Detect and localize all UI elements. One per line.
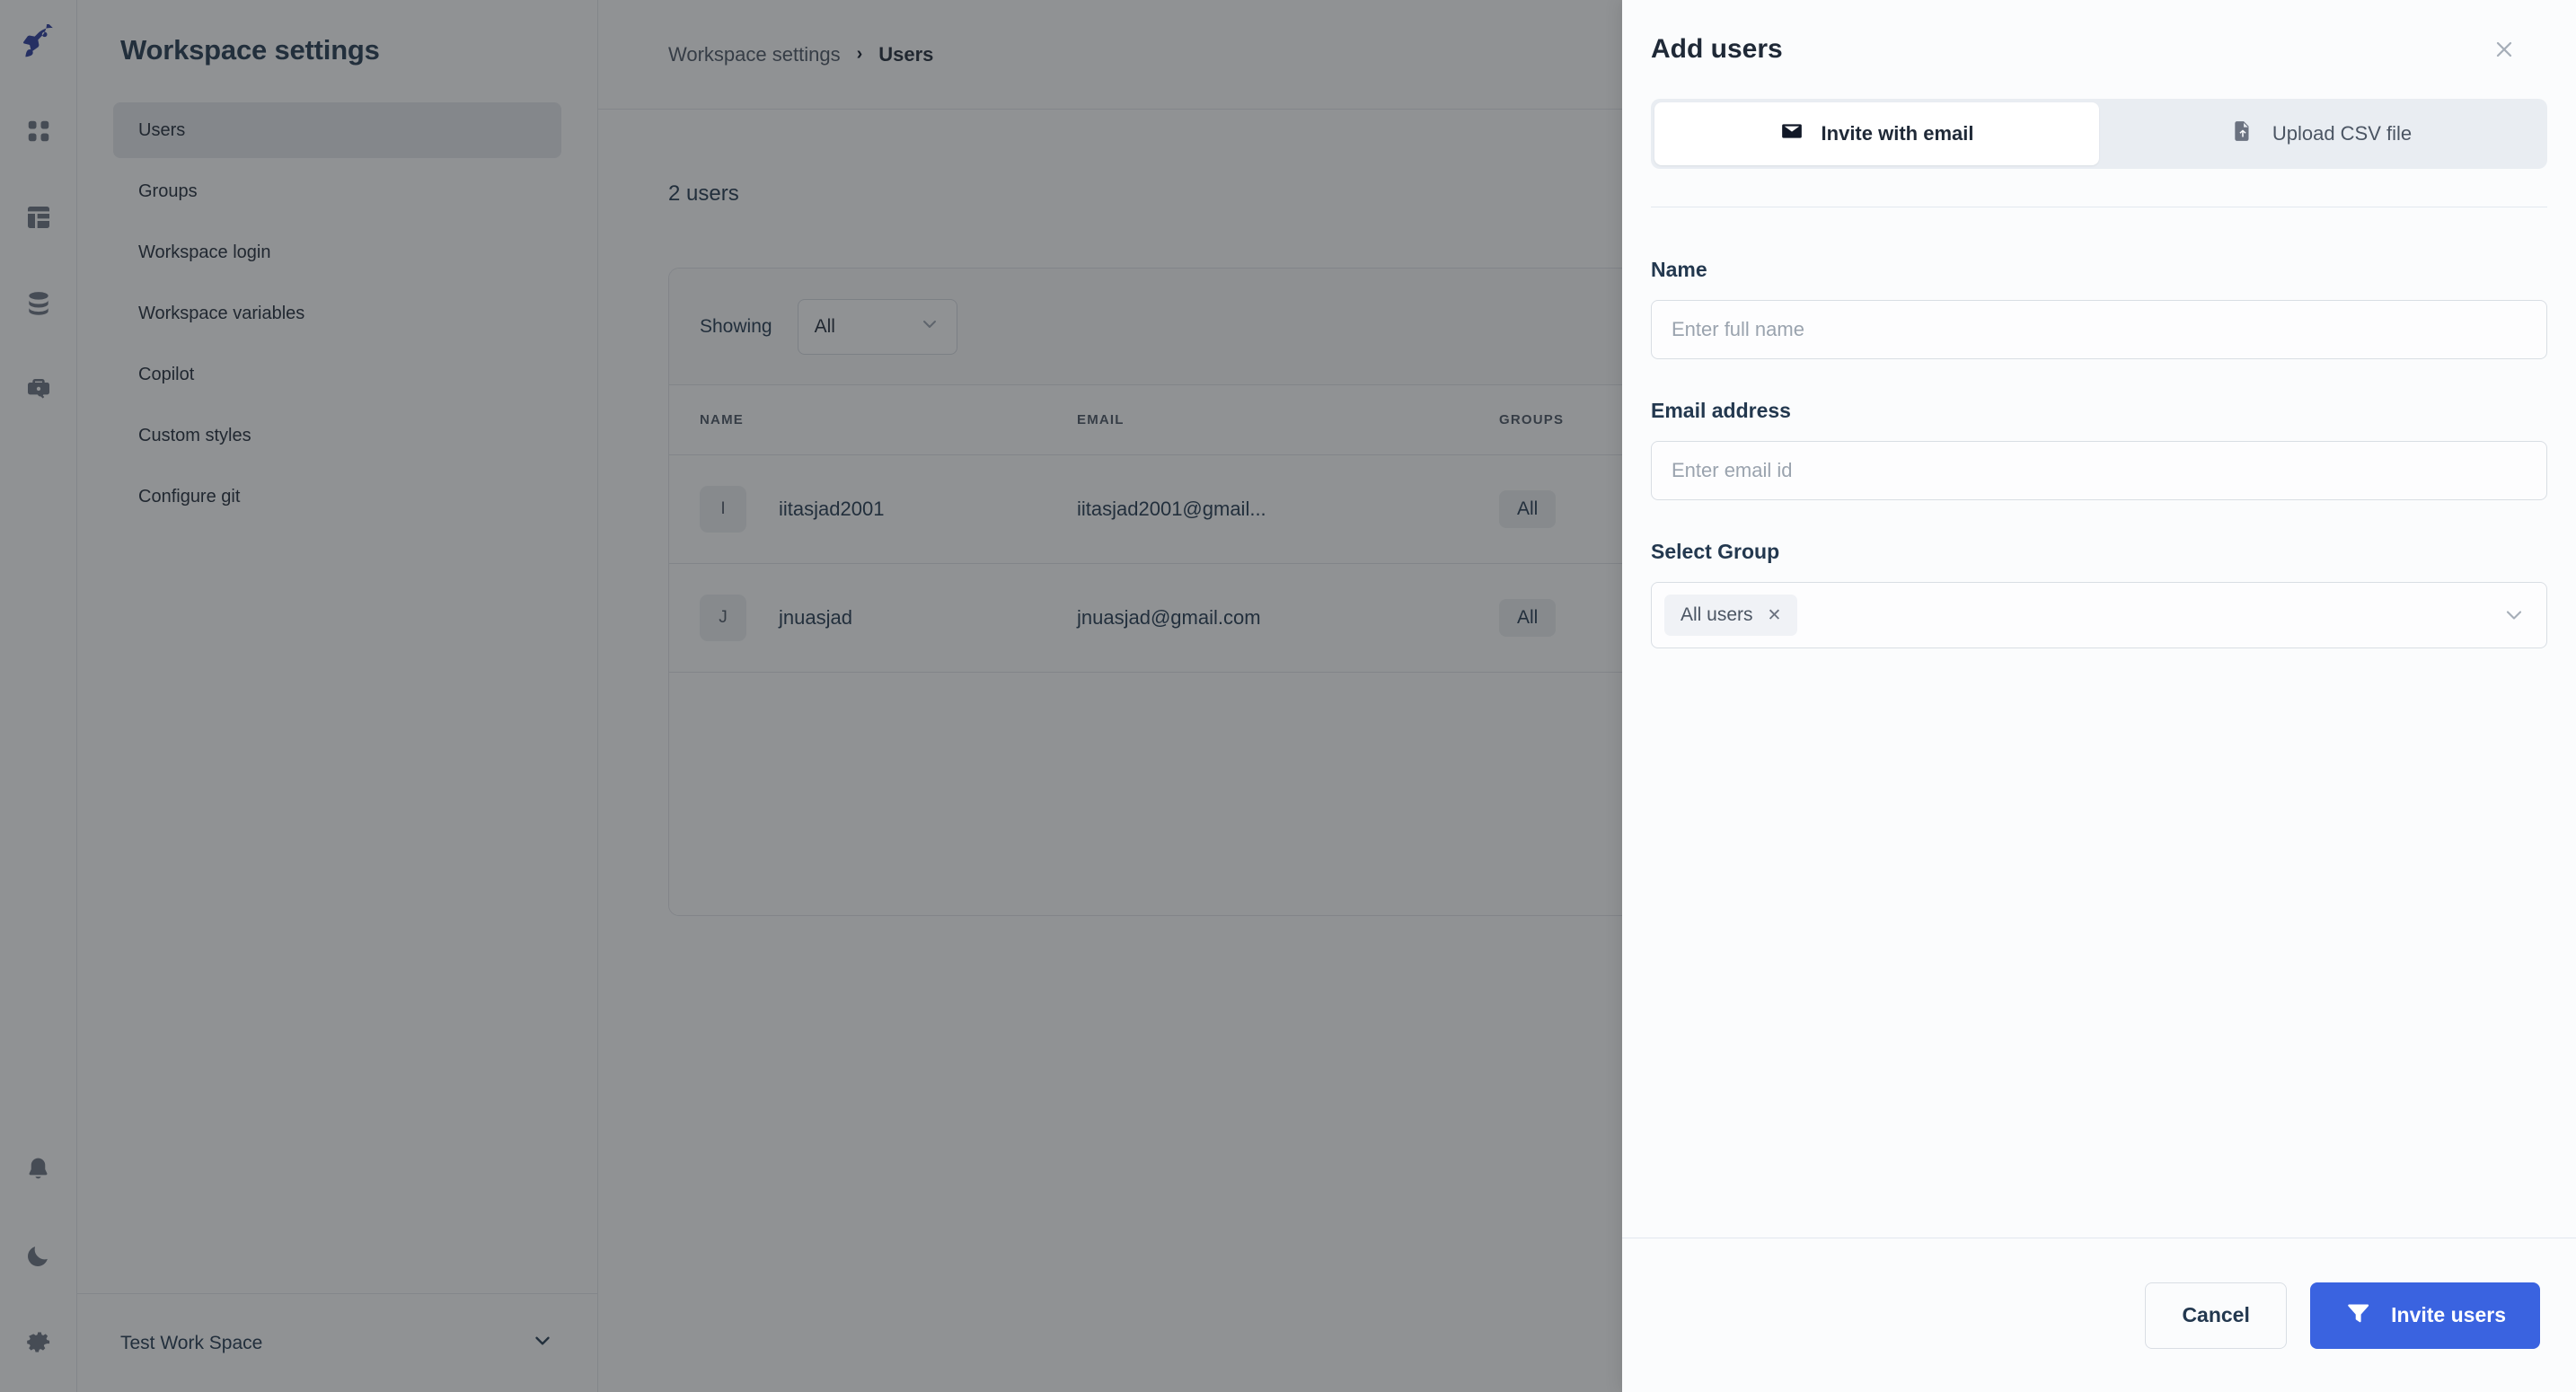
group-chip: All users ✕ [1664,595,1798,636]
field-select-group: Select Group All users ✕ [1651,540,2547,648]
close-icon[interactable] [2486,31,2522,67]
tab-label: Upload CSV file [2272,122,2413,145]
modal-title: Add users [1651,34,1783,64]
modal-tabs: Invite with email Upload CSV file [1622,99,2576,207]
chip-remove-icon[interactable]: ✕ [1768,607,1782,624]
select-group-label: Select Group [1651,540,1780,563]
modal-body: Name Email address Select Group All user… [1622,207,2576,1238]
invite-users-label: Invite users [2391,1303,2506,1326]
email-label: Email address [1651,399,1791,422]
email-input[interactable] [1651,441,2547,500]
field-name: Name [1651,258,2547,359]
cancel-button[interactable]: Cancel [2145,1282,2288,1349]
field-email: Email address [1651,399,2547,500]
add-users-modal: Add users Invite with email Upload CSV f… [1622,0,2576,1392]
name-input[interactable] [1651,300,2547,359]
tab-invite-with-email[interactable]: Invite with email [1654,102,2099,165]
upload-file-icon [2231,119,2254,148]
send-invite-icon [2344,1299,2371,1332]
invite-users-button[interactable]: Invite users [2310,1282,2540,1349]
group-chip-label: All users [1681,604,1753,625]
chevron-down-icon [2501,603,2527,628]
modal-header: Add users [1622,0,2576,99]
group-multiselect[interactable]: All users ✕ [1651,582,2547,648]
tab-upload-csv-file[interactable]: Upload CSV file [2099,102,2544,165]
name-label: Name [1651,258,1707,281]
envelope-icon [1780,119,1804,148]
tab-label: Invite with email [1821,122,1974,145]
modal-footer: Cancel Invite users [1622,1238,2576,1392]
